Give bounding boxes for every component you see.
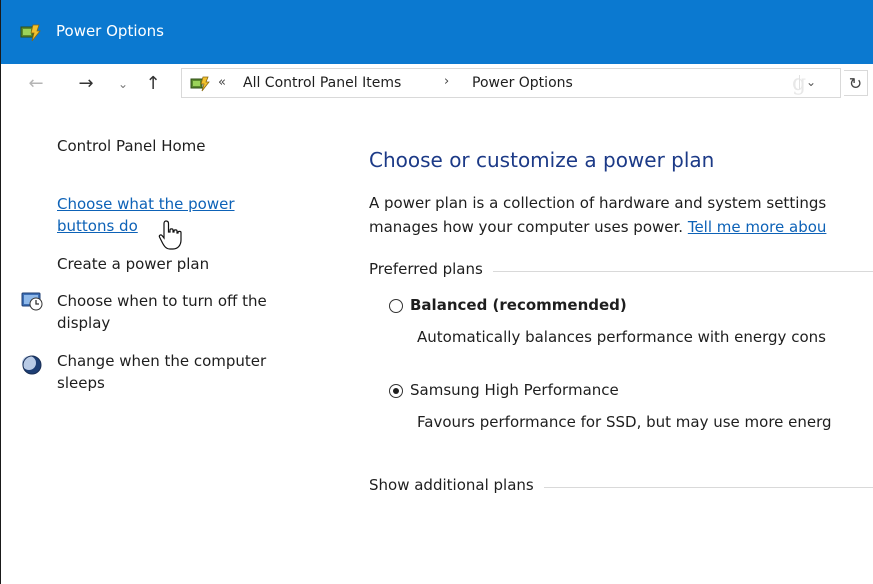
plan-description-balanced: Automatically balances performance with … — [417, 328, 826, 346]
plan-option-balanced[interactable]: Balanced (recommended) Automatically bal… — [389, 296, 873, 356]
plan-option-samsung[interactable]: Samsung High Performance Favours perform… — [389, 381, 873, 441]
breadcrumb-power-options[interactable]: Power Options — [472, 75, 573, 91]
plan-radio-balanced[interactable] — [389, 299, 403, 313]
page-description: A power plan is a collection of hardware… — [369, 191, 873, 239]
description-line-1: A power plan is a collection of hardware… — [369, 194, 827, 212]
sidebar-item-display-off[interactable]: Choose when to turn off the display — [57, 290, 317, 334]
display-timer-icon — [21, 292, 43, 311]
sidebar-item-create-plan[interactable]: Create a power plan — [57, 253, 209, 275]
back-arrow-icon[interactable]: ← — [26, 73, 46, 95]
plan-radio-samsung[interactable] — [389, 384, 403, 398]
preferred-plans-section: Preferred plans — [369, 260, 873, 282]
plan-name-balanced[interactable]: Balanced (recommended) — [410, 296, 627, 314]
refresh-icon[interactable]: ↻ — [844, 70, 868, 96]
description-line-2: manages how your computer uses power. — [369, 218, 688, 236]
hand-pointer-cursor-icon — [158, 220, 182, 250]
address-dropdown-icon[interactable]: ⌄ — [799, 75, 822, 89]
additional-plans-section[interactable]: Show additional plans — [369, 476, 873, 498]
title-bar: Power Options — [1, 0, 873, 64]
overflow-chevron-icon[interactable]: « — [218, 75, 226, 90]
up-arrow-icon[interactable]: ↑ — [144, 73, 162, 95]
power-options-icon — [20, 24, 41, 42]
breadcrumb-separator-icon[interactable]: › — [444, 74, 449, 89]
recent-locations-chevron-icon[interactable]: ⌄ — [116, 73, 130, 95]
plan-description-samsung: Favours performance for SSD, but may use… — [417, 413, 832, 431]
tell-me-more-link[interactable]: Tell me more abou — [688, 218, 827, 236]
breadcrumb-all-control-panel-items[interactable]: All Control Panel Items — [243, 75, 401, 91]
address-bar[interactable]: « All Control Panel Items › Power Option… — [181, 68, 841, 98]
window-title: Power Options — [56, 22, 164, 40]
sidebar-item-control-panel-home[interactable]: Control Panel Home — [57, 135, 206, 157]
forward-arrow-icon[interactable]: → — [76, 73, 96, 95]
sidebar-item-sleep[interactable]: Change when the computer sleeps — [57, 350, 317, 394]
plan-name-samsung[interactable]: Samsung High Performance — [410, 381, 619, 399]
page-title: Choose or customize a power plan — [369, 148, 715, 172]
sleep-moon-icon — [22, 355, 42, 375]
power-options-window: Power Options ← → ⌄ ↑ « All Control Pane… — [0, 0, 873, 584]
control-panel-icon — [190, 76, 210, 92]
preferred-plans-label: Preferred plans — [369, 260, 493, 278]
show-additional-plans-toggle[interactable]: Show additional plans — [369, 476, 544, 494]
